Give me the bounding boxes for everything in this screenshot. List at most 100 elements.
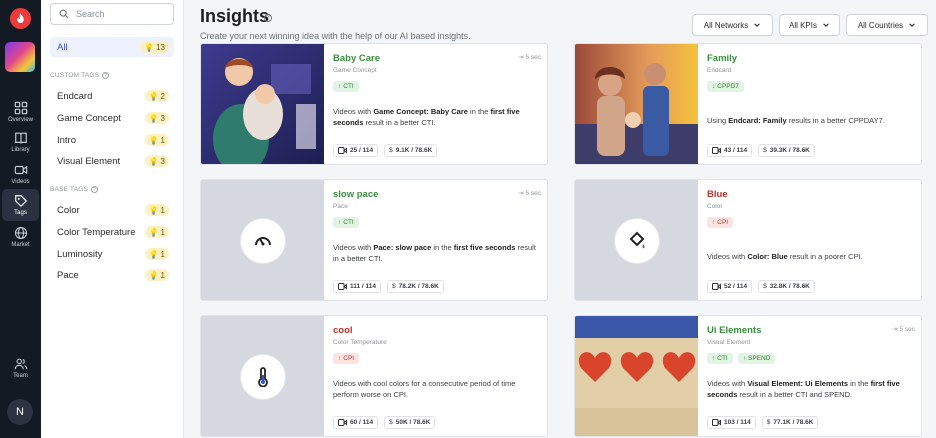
tag-item-all[interactable]: All 💡 13 <box>50 37 174 57</box>
insight-card[interactable]: slow pace Pace ⇥ 5 sec ↑ CTI Videos with … <box>200 179 548 301</box>
insight-title: slow pace <box>333 189 379 200</box>
tag-item-game-concept[interactable]: Game Concept 💡 3 <box>50 108 174 128</box>
tag-item-color-temperature[interactable]: Color Temperature 💡 1 <box>50 222 174 242</box>
country-filter-dropdown[interactable]: All Countries <box>846 14 928 36</box>
desc-text: results in a better CPPDAY7. <box>786 116 885 125</box>
insight-tag: Endcard <box>707 67 732 74</box>
tag-item-color[interactable]: Color 💡 1 <box>50 200 174 220</box>
insights-main: Insights ? Create your next winning idea… <box>184 0 936 438</box>
rail-label: Tags <box>14 209 27 216</box>
chevron-down-icon <box>909 23 915 27</box>
tag-label: Game Concept <box>57 112 121 124</box>
insight-tag: Color Temperature <box>333 339 387 346</box>
kpi-pills: ↑ CPI <box>707 217 734 228</box>
desc-bold: Endcard: Family <box>728 116 787 125</box>
rail-label: Team <box>13 372 28 379</box>
bulb-icon: 💡 <box>148 270 159 280</box>
videos-stat: 111 / 114 <box>333 280 382 293</box>
count-value: 1 <box>160 270 165 280</box>
kpi-filter-dropdown[interactable]: All KPIs <box>779 14 840 36</box>
video-icon <box>338 147 347 154</box>
rail-item-tags[interactable]: Tags <box>2 189 39 221</box>
bulb-icon: 💡 <box>148 156 159 166</box>
count-value: 1 <box>160 249 165 259</box>
rail-item-team[interactable]: Team <box>2 352 39 384</box>
tag-label: Color <box>57 204 80 216</box>
tag-item-visual-element[interactable]: Visual Element 💡 3 <box>50 151 174 171</box>
arrow-up-icon: ↑ <box>338 219 342 226</box>
help-icon[interactable]: ? <box>264 14 272 22</box>
paint-bucket-icon <box>629 231 644 249</box>
creative-thumbnail <box>201 180 324 300</box>
arrow-up-icon: ↑ <box>742 355 746 362</box>
bulb-icon: 💡 <box>144 42 155 52</box>
card-stats: 43 / 114 $39.3K / 78.6K <box>707 144 815 157</box>
thermometer-icon <box>257 367 268 387</box>
tag-icon-circle <box>614 219 659 263</box>
desc-bold: Visual Element: Ui Elements <box>747 379 849 388</box>
tag-label: Visual Element <box>57 155 121 167</box>
rail-item-library[interactable]: Library <box>2 126 39 158</box>
arrow-up-icon: ↑ <box>338 83 342 90</box>
rail-item-overview[interactable]: Overview <box>2 96 39 128</box>
duration-label: ⇥ 5 sec <box>892 326 915 333</box>
kpi-pill: ↑ CPI <box>333 353 360 364</box>
help-icon[interactable]: ? <box>102 72 110 79</box>
tag-item-intro[interactable]: Intro 💡 1 <box>50 130 174 150</box>
spend-stat: $77.1K / 78.6K <box>761 416 819 429</box>
section-label: CUSTOM TAGS <box>50 72 100 80</box>
tag-item-endcard[interactable]: Endcard 💡 2 <box>50 86 174 106</box>
app-logo-icon[interactable] <box>10 8 31 29</box>
card-body: Family Endcard ↓ CPPD7 Using Endcard: Fam… <box>707 44 915 164</box>
video-icon <box>338 419 347 426</box>
tag-label: Luminosity <box>57 248 103 260</box>
insight-card[interactable]: cool Color Temperature ↑ CPI Videos with … <box>200 315 548 437</box>
dollar-icon: $ <box>389 147 393 154</box>
card-body: cool Color Temperature ↑ CPI Videos with … <box>333 316 541 436</box>
insight-card[interactable]: Baby Care Game Concept ⇥ 5 sec ↑ CTI Vide… <box>200 43 548 165</box>
chevron-down-icon <box>754 23 761 27</box>
arrow-up-icon: ↑ <box>712 219 716 226</box>
count-badge: 💡 3 <box>144 112 169 124</box>
insight-card[interactable]: Family Endcard ↓ CPPD7 Using Endcard: Fam… <box>574 43 922 165</box>
dropdown-label: All Countries <box>857 20 904 30</box>
insight-card[interactable]: Blue Color ↑ CPI Videos with Color: Blue … <box>574 179 922 301</box>
help-icon[interactable]: ? <box>91 186 99 193</box>
card-body: Baby Care Game Concept ⇥ 5 sec ↑ CTI Vide… <box>333 44 541 164</box>
tag-item-luminosity[interactable]: Luminosity 💡 1 <box>50 244 174 264</box>
user-avatar[interactable]: N <box>7 399 33 425</box>
search-input[interactable]: Search <box>50 3 174 25</box>
insight-description: Videos with cool colors for a consecutiv… <box>333 378 541 400</box>
team-icon <box>14 358 27 369</box>
page-subtitle: Create your next winning idea with the h… <box>200 31 471 41</box>
card-stats: 25 / 114 $9.1K / 78.6K <box>333 144 438 157</box>
tag-item-pace[interactable]: Pace 💡 1 <box>50 265 174 285</box>
kpi-label: CPI <box>343 355 355 362</box>
rail-label: Overview <box>7 116 33 123</box>
kpi-pill: ↑ CTI <box>707 353 733 364</box>
insight-card[interactable]: Ui Elements Visual Element ⇥ 5 sec ↑ CTI … <box>574 315 922 437</box>
rail-item-videos[interactable]: Videos <box>2 158 39 190</box>
count-value: 3 <box>160 156 165 166</box>
spend-value: 9.1K / 78.6K <box>395 147 433 154</box>
insight-description: Videos with Game Concept: Baby Care in t… <box>333 106 541 128</box>
count-badge: 💡 1 <box>144 204 169 216</box>
tag-icon-circle <box>240 355 285 399</box>
spend-value: 78.2K / 78.6K <box>398 283 439 290</box>
card-stats: 52 / 114 $32.8K / 78.6K <box>707 280 815 293</box>
dollar-icon: $ <box>389 419 393 426</box>
rail-label: Videos <box>11 178 30 185</box>
bulb-icon: 💡 <box>148 249 159 259</box>
dropdown-label: All KPIs <box>788 20 817 30</box>
kpi-pills: ↑ CPI <box>333 353 360 364</box>
rail-label: Library <box>11 146 30 153</box>
insight-title: Ui Elements <box>707 325 762 336</box>
rail-item-market[interactable]: Market <box>2 221 39 253</box>
arrow-up-icon: ↑ <box>338 355 342 362</box>
network-filter-dropdown[interactable]: All Networks <box>692 14 773 36</box>
insight-title: cool <box>333 325 353 336</box>
app-thumbnail[interactable] <box>5 42 35 72</box>
insight-title: Blue <box>707 189 728 200</box>
count-badge: 💡 2 <box>144 90 169 102</box>
video-icon <box>338 283 347 290</box>
